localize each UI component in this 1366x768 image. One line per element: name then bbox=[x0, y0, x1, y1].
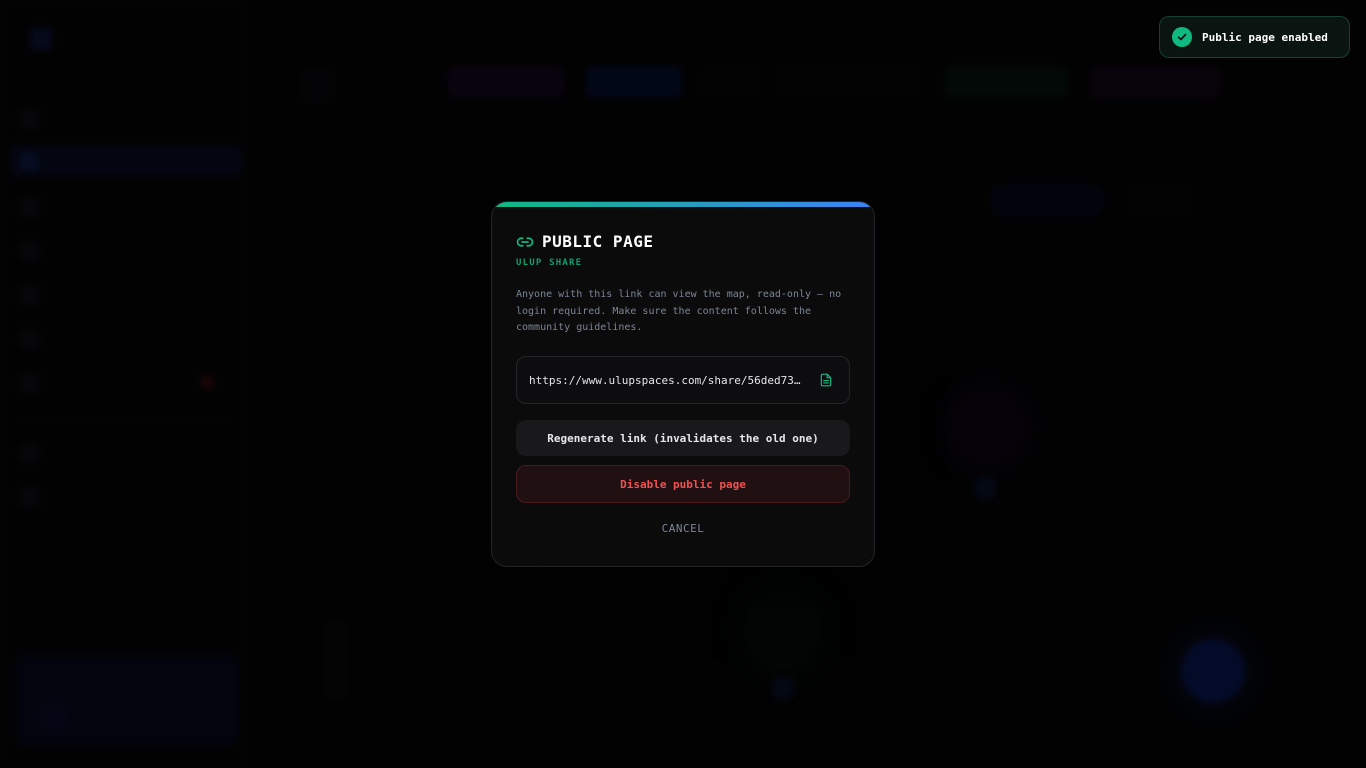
modal-description: Anyone with this link can view the map, … bbox=[516, 289, 842, 333]
toast-message: Public page enabled bbox=[1202, 30, 1328, 44]
copy-link-button[interactable] bbox=[815, 369, 837, 391]
modal-accent-bar bbox=[492, 202, 874, 207]
copy-icon bbox=[820, 373, 832, 387]
app-window: PUBLIC PAGE ULUP SHARE Anyone with this … bbox=[0, 0, 1366, 768]
disable-public-page-button[interactable]: Disable public page bbox=[516, 465, 850, 503]
public-page-dialog: PUBLIC PAGE ULUP SHARE Anyone with this … bbox=[491, 201, 875, 567]
cancel-button[interactable]: CANCEL bbox=[516, 518, 850, 538]
regenerate-link-button[interactable]: Regenerate link (invalidates the old one… bbox=[516, 420, 850, 456]
share-url-field[interactable]: https://www.ulupspaces.com/share/56ded73… bbox=[516, 356, 850, 404]
check-circle-icon bbox=[1172, 27, 1192, 47]
toast-notification: Public page enabled bbox=[1159, 16, 1350, 58]
modal-subtitle: ULUP SHARE bbox=[516, 258, 583, 268]
share-url-text[interactable]: https://www.ulupspaces.com/share/56ded73… bbox=[529, 374, 815, 387]
link-icon bbox=[516, 233, 534, 251]
modal-header: PUBLIC PAGE bbox=[516, 232, 653, 251]
modal-title: PUBLIC PAGE bbox=[542, 232, 654, 251]
